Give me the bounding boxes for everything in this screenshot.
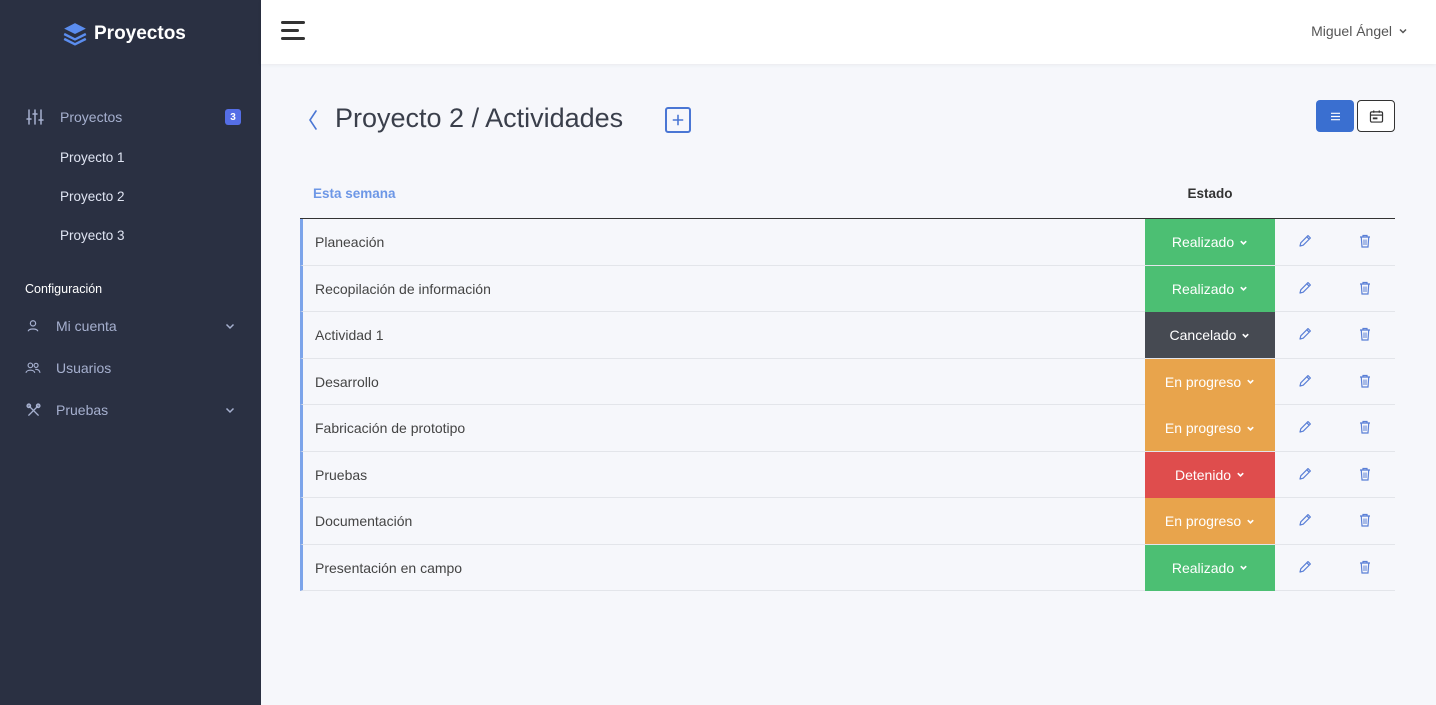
activity-name: Desarrollo — [315, 373, 379, 390]
projects-count-badge: 3 — [225, 109, 241, 125]
column-header-status: Estado — [1187, 186, 1233, 201]
page-title: Proyecto 2 / Actividades — [335, 103, 624, 133]
status-dropdown[interactable]: En progreso — [1145, 498, 1275, 544]
users-icon — [24, 359, 42, 377]
activity-name: Pruebas — [315, 466, 368, 483]
add-activity-button[interactable] — [665, 107, 691, 133]
status-dropdown[interactable]: En progreso — [1145, 358, 1275, 405]
table-row: Actividad 1 Cancelado — [300, 312, 1395, 359]
status-dropdown[interactable]: Cancelado — [1145, 312, 1275, 358]
chevron-down-icon — [1247, 426, 1254, 431]
trash-icon[interactable] — [1357, 326, 1373, 342]
status-label: Realizado — [1171, 234, 1235, 250]
sidebar-subitem-proyecto-2[interactable]: Proyecto 2 — [60, 189, 125, 204]
menu-toggle-icon[interactable] — [281, 21, 305, 41]
table-row: Fabricación de prototipo En progreso — [300, 405, 1395, 452]
tools-icon — [24, 401, 42, 419]
pencil-icon[interactable] — [1297, 559, 1313, 575]
chevron-down-icon — [1242, 333, 1250, 338]
chevron-down-icon — [1240, 286, 1247, 291]
trash-icon[interactable] — [1357, 466, 1373, 482]
trash-icon[interactable] — [1357, 280, 1373, 296]
status-dropdown[interactable]: En progreso — [1145, 405, 1275, 451]
status-label: Detenido — [1174, 466, 1232, 483]
calendar-view-button[interactable] — [1357, 100, 1395, 132]
activity-name: Actividad 1 — [315, 327, 384, 343]
status-label: Realizado — [1171, 559, 1235, 576]
pencil-icon[interactable] — [1297, 280, 1313, 296]
user-menu[interactable]: Miguel Ángel — [1311, 23, 1408, 39]
status-dropdown[interactable]: Realizado — [1145, 219, 1275, 265]
layers-icon — [63, 23, 87, 46]
topbar: Miguel Ángel — [261, 0, 1436, 64]
sidebar-subitem-proyecto-3[interactable]: Proyecto 3 — [60, 228, 125, 243]
chevron-down-icon — [1247, 379, 1254, 384]
sidebar-item-label: Mi cuenta — [56, 318, 117, 334]
status-dropdown[interactable]: Detenido — [1145, 451, 1275, 498]
list-icon — [1330, 112, 1340, 120]
sidebar-subitem-proyecto-1[interactable]: Proyecto 1 — [60, 150, 125, 165]
pencil-icon[interactable] — [1297, 512, 1313, 528]
chevron-down-icon — [225, 407, 235, 414]
user-name: Miguel Ángel — [1311, 23, 1392, 39]
activity-name: Presentación en campo — [315, 559, 463, 576]
trash-icon[interactable] — [1357, 373, 1373, 389]
sidebar: Proyectos Proyectos 3 Proyecto 1 Proyect… — [0, 0, 261, 705]
table-row: Pruebas Detenido — [300, 451, 1395, 498]
pencil-icon[interactable] — [1297, 419, 1313, 435]
section-title-configuracion: Configuración — [25, 282, 103, 296]
table-row: Documentación En progreso — [300, 498, 1395, 545]
sliders-icon — [26, 108, 44, 126]
sidebar-item-label: Pruebas — [56, 402, 109, 418]
calendar-icon — [1369, 109, 1383, 123]
plus-icon — [672, 114, 684, 126]
status-label: En progreso — [1164, 513, 1242, 529]
chevron-down-icon — [1247, 519, 1254, 524]
trash-icon[interactable] — [1357, 233, 1373, 249]
table-row: Desarrollo En progreso — [300, 358, 1395, 405]
sidebar-item-mi-cuenta[interactable]: Mi cuenta — [0, 308, 261, 344]
sidebar-item-pruebas[interactable]: Pruebas — [0, 392, 261, 428]
activities-table: Planeación Realizado Recopilación de inf… — [300, 218, 1395, 591]
table-row: Presentación en campo Realizado — [300, 544, 1395, 591]
sidebar-item-proyectos[interactable]: Proyectos 3 — [0, 99, 261, 135]
sidebar-item-label: Usuarios — [56, 360, 112, 376]
chevron-down-icon — [225, 323, 235, 330]
chevron-down-icon — [1240, 240, 1247, 245]
chevron-down-icon — [1237, 472, 1244, 477]
trash-icon[interactable] — [1357, 419, 1373, 435]
brand-logo[interactable]: Proyectos — [62, 20, 186, 48]
chevron-down-icon — [1240, 565, 1247, 570]
list-view-button[interactable] — [1316, 100, 1354, 132]
pencil-icon[interactable] — [1297, 233, 1313, 249]
activity-name: Fabricación de prototipo — [315, 420, 466, 436]
sidebar-item-label: Proyectos — [60, 109, 123, 125]
status-label: En progreso — [1164, 420, 1242, 436]
status-dropdown[interactable]: Realizado — [1145, 544, 1275, 591]
back-chevron-icon[interactable] — [306, 108, 320, 132]
status-dropdown[interactable]: Realizado — [1145, 265, 1275, 312]
pencil-icon[interactable] — [1297, 326, 1313, 342]
status-label: Realizado — [1171, 280, 1235, 297]
trash-icon[interactable] — [1357, 512, 1373, 528]
column-header-week[interactable]: Esta semana — [313, 186, 396, 201]
trash-icon[interactable] — [1357, 559, 1373, 575]
activity-name: Documentación — [315, 513, 413, 529]
pencil-icon[interactable] — [1297, 466, 1313, 482]
activity-name: Recopilación de información — [315, 280, 491, 297]
activity-name: Planeación — [315, 234, 385, 250]
sidebar-item-usuarios[interactable]: Usuarios — [0, 350, 261, 386]
user-icon — [24, 317, 42, 335]
chevron-down-icon — [1399, 28, 1407, 34]
pencil-icon[interactable] — [1297, 373, 1313, 389]
table-row: Recopilación de información Realizado — [300, 265, 1395, 312]
status-label: En progreso — [1164, 373, 1242, 390]
table-row: Planeación Realizado — [300, 219, 1395, 266]
status-label: Cancelado — [1169, 327, 1237, 343]
brand-name: Proyectos — [94, 23, 186, 44]
